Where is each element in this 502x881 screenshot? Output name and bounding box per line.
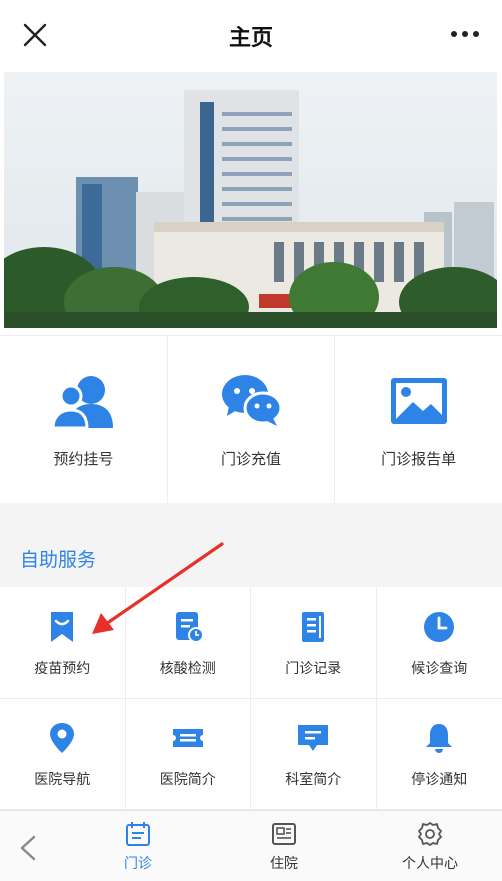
service-label: 医院导航 bbox=[0, 769, 125, 789]
quick-action-report[interactable]: 门诊报告单 bbox=[335, 336, 502, 504]
tab-outpatient[interactable]: 门诊 bbox=[98, 821, 178, 873]
wechat-icon bbox=[221, 374, 281, 428]
service-records[interactable]: 门诊记录 bbox=[251, 588, 377, 699]
quick-actions: 预约挂号 门诊充值 门诊报告单 bbox=[0, 335, 502, 504]
calendar-icon bbox=[125, 821, 151, 847]
tab-label: 门诊 bbox=[98, 853, 178, 873]
hospital-banner-image bbox=[4, 72, 497, 328]
service-queue[interactable]: 候诊查询 bbox=[377, 588, 502, 699]
service-label: 科室简介 bbox=[251, 769, 376, 789]
tab-inpatient[interactable]: 住院 bbox=[244, 821, 324, 873]
bookmark-icon bbox=[45, 610, 79, 644]
quick-action-recharge[interactable]: 门诊充值 bbox=[168, 336, 336, 504]
page-title: 主页 bbox=[0, 20, 502, 52]
image-icon bbox=[389, 374, 449, 428]
newspaper-icon bbox=[271, 821, 297, 847]
clock-document-icon bbox=[171, 610, 205, 644]
top-bar: 主页 bbox=[0, 0, 502, 68]
more-icon[interactable] bbox=[450, 26, 480, 42]
ticket-icon bbox=[171, 721, 205, 755]
service-label: 核酸检测 bbox=[126, 658, 251, 678]
section-title: 自助服务 bbox=[20, 545, 96, 572]
tab-label: 个人中心 bbox=[390, 853, 470, 873]
service-label: 医院简介 bbox=[126, 769, 251, 789]
location-pin-icon bbox=[45, 721, 79, 755]
service-label: 停诊通知 bbox=[377, 769, 502, 789]
tab-personal-center[interactable]: 个人中心 bbox=[390, 821, 470, 873]
clock-icon bbox=[422, 610, 456, 644]
tab-label: 住院 bbox=[244, 853, 324, 873]
message-icon bbox=[296, 721, 330, 755]
back-icon[interactable] bbox=[18, 835, 38, 861]
service-hospital-intro[interactable]: 医院简介 bbox=[126, 699, 252, 810]
service-navigation[interactable]: 医院导航 bbox=[0, 699, 126, 810]
quick-action-label: 预约挂号 bbox=[0, 448, 167, 469]
service-label: 候诊查询 bbox=[377, 658, 502, 678]
bottom-tab-bar: 门诊 住院 个人中心 bbox=[0, 810, 502, 881]
service-nucleic-test[interactable]: 核酸检测 bbox=[126, 588, 252, 699]
bell-icon bbox=[422, 721, 456, 755]
quick-action-label: 门诊报告单 bbox=[335, 448, 502, 469]
service-vaccine[interactable]: 疫苗预约 bbox=[0, 588, 126, 699]
service-suspension-notice[interactable]: 停诊通知 bbox=[377, 699, 502, 810]
quick-action-appointment[interactable]: 预约挂号 bbox=[0, 336, 168, 504]
service-label: 疫苗预约 bbox=[0, 658, 125, 678]
gear-icon bbox=[417, 821, 443, 847]
self-service-grid: 疫苗预约 核酸检测 门诊记录 候诊查询 医院导航 bbox=[0, 588, 502, 810]
service-label: 门诊记录 bbox=[251, 658, 376, 678]
document-icon bbox=[296, 610, 330, 644]
service-department-intro[interactable]: 科室简介 bbox=[251, 699, 377, 810]
quick-action-label: 门诊充值 bbox=[168, 448, 335, 469]
users-icon bbox=[53, 374, 113, 428]
